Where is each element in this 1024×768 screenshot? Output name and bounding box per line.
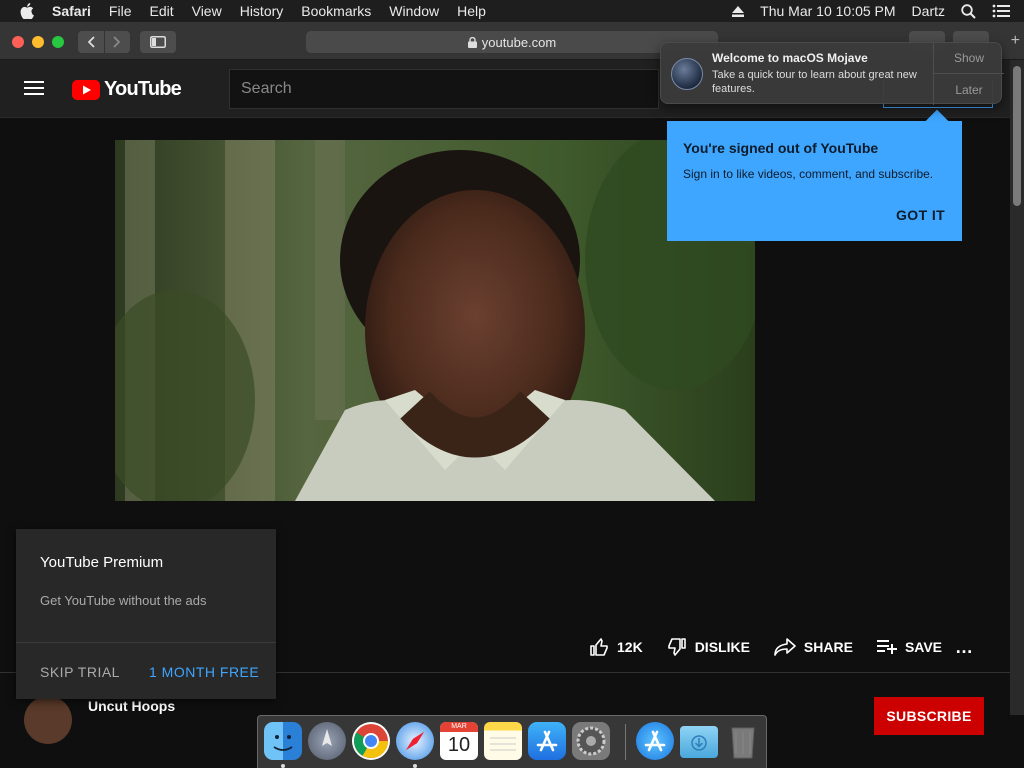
subscribe-button[interactable]: SUBSCRIBE (874, 697, 984, 735)
skip-trial-button[interactable]: SKIP TRIAL (40, 664, 120, 680)
channel-name[interactable]: Uncut Hoops (88, 698, 175, 714)
tooltip-body: Sign in to like videos, comment, and sub… (683, 167, 934, 181)
menu-bar: Safari File Edit View History Bookmarks … (0, 0, 1024, 22)
new-tab-icon[interactable]: + (1011, 32, 1020, 50)
notification-center-icon[interactable] (992, 4, 1010, 18)
notification-buttons: Show Later (933, 43, 1004, 105)
system-preferences-icon[interactable] (572, 722, 610, 760)
notes-icon[interactable] (484, 722, 522, 760)
spotlight-search-icon[interactable] (961, 3, 976, 19)
search-input[interactable]: Search (229, 69, 659, 109)
trash-icon[interactable] (724, 722, 762, 760)
safari-icon[interactable] (396, 722, 434, 760)
signed-out-tooltip: You're signed out of YouTube Sign in to … (667, 109, 962, 241)
menu-file[interactable]: File (109, 3, 132, 19)
more-actions-button[interactable]: … (955, 637, 973, 658)
channel-avatar[interactable] (24, 696, 72, 744)
save-label: SAVE (904, 639, 943, 655)
dock: MAR 10 (257, 715, 767, 768)
calendar-day: 10 (447, 734, 471, 756)
menu-help[interactable]: Help (457, 3, 486, 19)
mojave-icon (671, 58, 703, 90)
back-forward-group (78, 31, 130, 53)
tooltip-title: You're signed out of YouTube (683, 140, 879, 156)
premium-divider (16, 642, 276, 643)
menu-bookmarks[interactable]: Bookmarks (301, 3, 371, 19)
finder-icon[interactable] (264, 722, 302, 760)
calendar-icon[interactable]: MAR 10 (440, 722, 478, 760)
menu-app-name[interactable]: Safari (52, 3, 91, 19)
macos-notification[interactable]: Welcome to macOS Mojave Take a quick tou… (660, 42, 1004, 105)
downloads-folder-icon[interactable] (680, 726, 718, 758)
video-frame-image (115, 140, 755, 501)
share-button[interactable]: SHARE (774, 637, 853, 657)
menu-edit[interactable]: Edit (149, 3, 173, 19)
menu-view[interactable]: View (192, 3, 222, 19)
address-bar[interactable]: youtube.com (306, 31, 718, 53)
share-arrow-icon (774, 638, 796, 656)
menu-history[interactable]: History (240, 3, 284, 19)
apple-menu-icon[interactable] (20, 3, 34, 19)
share-label: SHARE (803, 639, 853, 655)
safari-running-indicator (413, 764, 417, 768)
dock-separator (625, 724, 626, 760)
user-name[interactable]: Dartz (912, 3, 945, 19)
like-button[interactable]: 12K (589, 637, 643, 657)
like-count: 12K (617, 639, 643, 655)
page-scrollbar[interactable] (1010, 60, 1024, 715)
youtube-play-icon (72, 79, 100, 100)
youtube-logo-text: YouTube (104, 78, 182, 100)
month-free-button[interactable]: 1 MONTH FREE (149, 664, 259, 680)
notification-show-button[interactable]: Show (934, 43, 1004, 74)
thumbs-up-icon (590, 638, 608, 656)
youtube-logo[interactable]: YouTube (72, 78, 182, 101)
hamburger-menu-icon[interactable] (24, 80, 46, 96)
lock-icon (467, 36, 477, 48)
notification-title: Welcome to macOS Mojave (712, 51, 868, 65)
forward-icon[interactable] (113, 36, 121, 48)
save-button[interactable]: SAVE (876, 639, 943, 655)
playlist-add-icon (876, 640, 897, 654)
zoom-window-button[interactable] (52, 36, 64, 48)
notification-body: Take a quick tour to learn about great n… (712, 69, 917, 95)
minimize-window-button[interactable] (32, 36, 44, 48)
back-icon[interactable] (87, 36, 95, 48)
app-store-icon[interactable] (528, 722, 566, 760)
clock[interactable]: Thu Mar 10 10:05 PM (760, 3, 895, 19)
premium-promo-popup: YouTube Premium Get YouTube without the … (16, 529, 276, 699)
sidebar-icon (150, 36, 166, 48)
app-store-downloads-icon[interactable] (636, 722, 674, 760)
menu-window[interactable]: Window (389, 3, 439, 19)
launchpad-icon[interactable] (308, 722, 346, 760)
sidebar-toggle-button[interactable] (140, 31, 176, 53)
notification-later-button[interactable]: Later (934, 74, 1004, 105)
video-player[interactable] (115, 140, 755, 501)
video-actions: 12K DISLIKE SHARE SAVE (589, 636, 966, 658)
url-text: youtube.com (481, 34, 557, 50)
close-window-button[interactable] (12, 36, 24, 48)
premium-title: YouTube Premium (40, 554, 164, 571)
dislike-label: DISLIKE (694, 639, 750, 655)
dislike-button[interactable]: DISLIKE (667, 637, 750, 657)
chrome-icon[interactable] (352, 722, 390, 760)
scrollbar-thumb[interactable] (1013, 66, 1021, 206)
thumbs-down-icon (667, 638, 686, 656)
got-it-button[interactable]: GOT IT (896, 207, 945, 223)
eject-icon[interactable] (732, 5, 745, 17)
finder-running-indicator (281, 764, 285, 768)
calendar-month: MAR (440, 722, 478, 732)
premium-subtitle: Get YouTube without the ads (40, 593, 207, 608)
